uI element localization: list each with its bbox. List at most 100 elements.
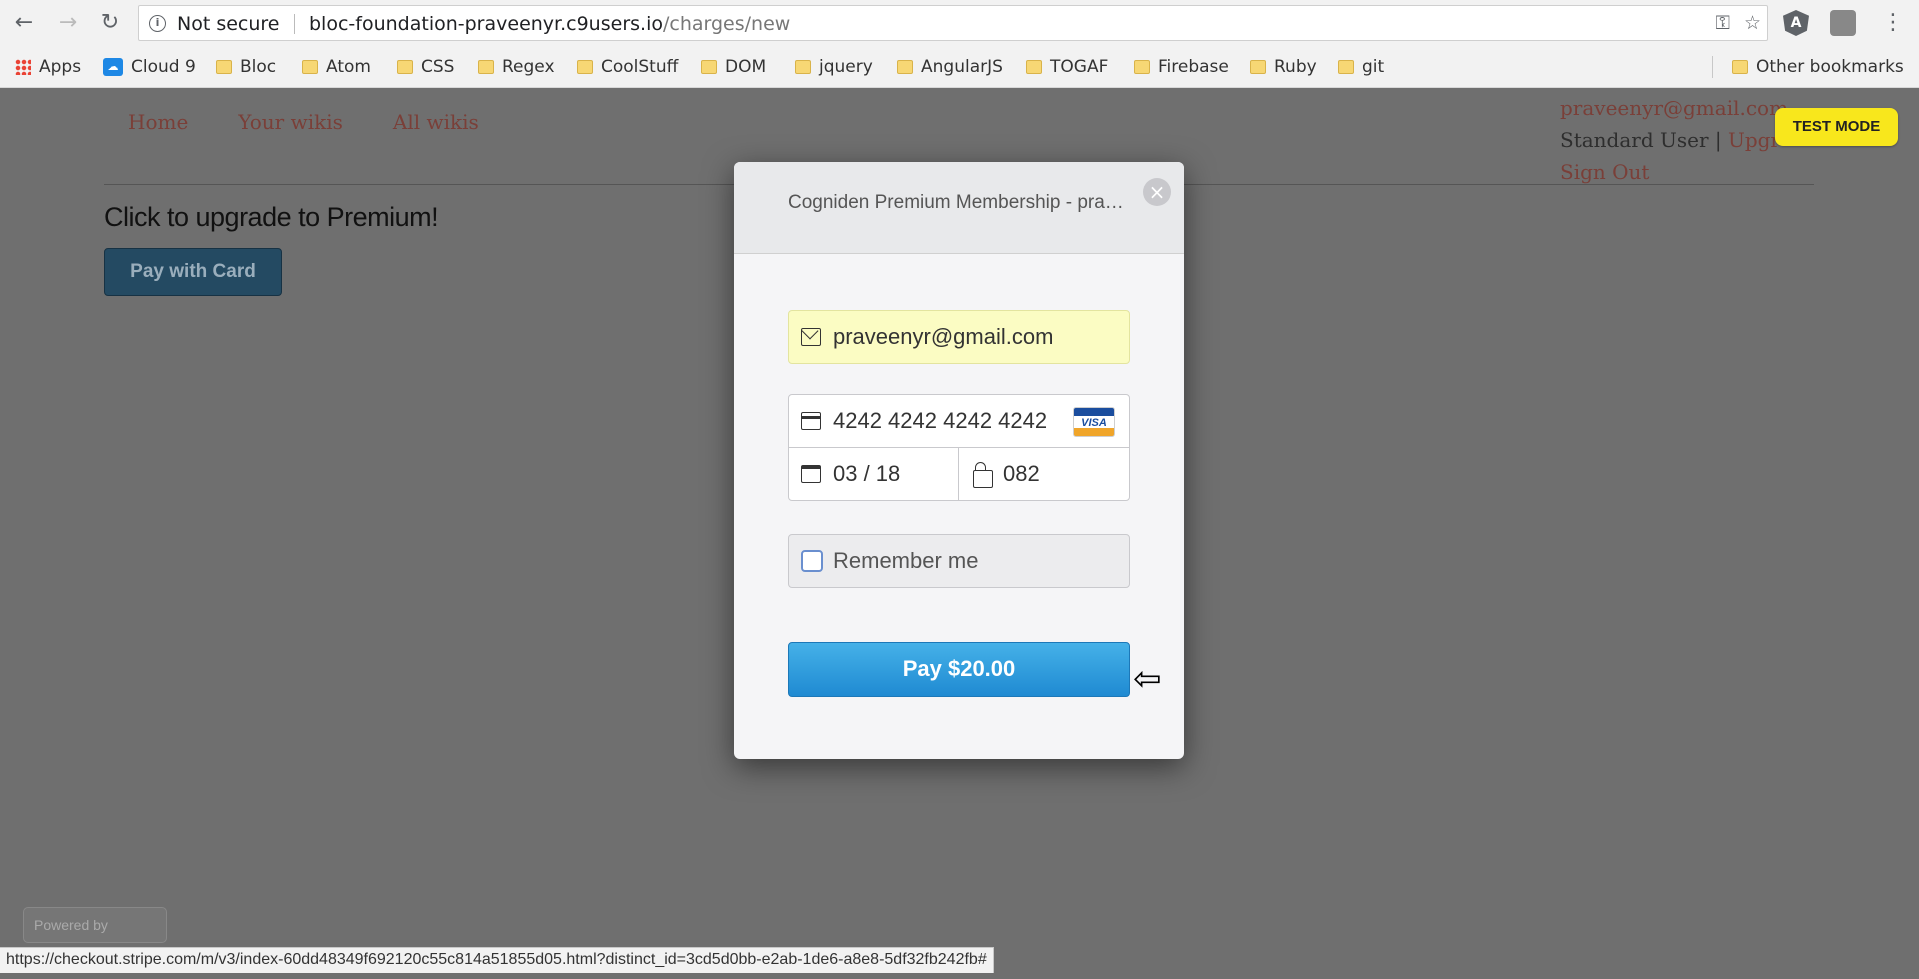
bookmark-label: TOGAF bbox=[1050, 57, 1109, 77]
url-host: bloc-foundation-praveenyr.c9users.io bbox=[309, 13, 663, 35]
email-value: praveenyr@gmail.com bbox=[833, 324, 1054, 349]
email-field[interactable]: praveenyr@gmail.com bbox=[788, 310, 1130, 364]
folder-icon bbox=[216, 60, 232, 74]
bookmark-dom[interactable]: DOM bbox=[701, 55, 766, 79]
bookmarks-bar: Apps ☁ Cloud 9 Bloc Atom CSS Regex CoolSt… bbox=[0, 46, 1919, 88]
user-box: praveenyr@gmail.com Standard User | Upgr… bbox=[1560, 92, 1788, 188]
lock-icon bbox=[973, 462, 993, 488]
checkout-modal: Cogniden Premium Membership - pra… × pra… bbox=[734, 162, 1184, 759]
pointer-arrow-icon: ⇦ bbox=[1133, 659, 1162, 699]
remember-me-checkbox[interactable] bbox=[801, 550, 823, 572]
bookmark-regex[interactable]: Regex bbox=[478, 55, 555, 79]
credit-card-icon bbox=[801, 412, 821, 430]
apps-icon bbox=[15, 59, 31, 75]
bookmark-label: Atom bbox=[326, 57, 371, 77]
modal-header: Cogniden Premium Membership - pra… × bbox=[734, 162, 1184, 254]
extension-icon[interactable] bbox=[1830, 10, 1856, 36]
bookmark-bloc[interactable]: Bloc bbox=[216, 55, 276, 79]
bookmark-label: CoolStuff bbox=[601, 57, 679, 77]
info-icon[interactable]: i bbox=[149, 15, 166, 32]
folder-icon bbox=[1026, 60, 1042, 74]
close-icon[interactable]: × bbox=[1143, 178, 1171, 206]
url-path: /charges/new bbox=[662, 13, 791, 35]
bookmark-cloud9[interactable]: ☁ Cloud 9 bbox=[103, 55, 196, 79]
calendar-icon bbox=[801, 465, 821, 483]
site-nav: Home Your wikis All wikis bbox=[128, 110, 479, 134]
user-role: Standard User | Upgr bbox=[1560, 124, 1788, 156]
bookmark-ruby[interactable]: Ruby bbox=[1250, 55, 1317, 79]
bookmark-label: Other bookmarks bbox=[1756, 57, 1904, 77]
bookmark-label: Firebase bbox=[1158, 57, 1229, 77]
bookmark-label: jquery bbox=[819, 57, 873, 77]
bookmark-label: AngularJS bbox=[921, 57, 1003, 77]
angular-extension-icon[interactable]: A bbox=[1783, 10, 1809, 36]
bookmark-label: Apps bbox=[39, 57, 82, 77]
bookmark-label: Bloc bbox=[240, 57, 277, 77]
browser-toolbar: ← → ↻ i Not secure bloc-foundation-prave… bbox=[0, 0, 1919, 46]
security-label[interactable]: Not secure bbox=[177, 13, 280, 35]
bookmark-css[interactable]: CSS bbox=[397, 55, 454, 79]
star-icon[interactable]: ☆ bbox=[1744, 12, 1761, 34]
folder-icon bbox=[701, 60, 717, 74]
remember-me-row[interactable]: Remember me bbox=[788, 534, 1130, 588]
bookmark-label: git bbox=[1362, 57, 1385, 77]
expiry-field[interactable]: 03 / 18 bbox=[788, 447, 959, 501]
folder-icon bbox=[302, 60, 318, 74]
remember-me-label: Remember me bbox=[833, 548, 979, 573]
upgrade-heading: Click to upgrade to Premium! bbox=[104, 202, 439, 232]
folder-icon bbox=[397, 60, 413, 74]
cloud9-icon: ☁ bbox=[103, 58, 123, 76]
bookmark-atom[interactable]: Atom bbox=[302, 55, 371, 79]
card-number-value: 4242 4242 4242 4242 bbox=[833, 408, 1048, 433]
folder-icon bbox=[1134, 60, 1150, 74]
omnibox-divider bbox=[294, 14, 295, 34]
url-text[interactable]: bloc-foundation-praveenyr.c9users.io/cha… bbox=[309, 13, 790, 35]
expiry-value: 03 / 18 bbox=[833, 461, 901, 486]
browser-menu-icon[interactable]: ⋮ bbox=[1882, 10, 1904, 36]
pay-button[interactable]: Pay $20.00 bbox=[788, 642, 1130, 697]
pay-with-card-button[interactable]: Pay with Card bbox=[104, 248, 282, 296]
bookmarks-divider bbox=[1712, 56, 1713, 78]
folder-icon bbox=[577, 60, 593, 74]
key-icon[interactable]: ⚿ bbox=[1715, 12, 1729, 34]
folder-icon bbox=[1732, 60, 1748, 74]
reload-icon[interactable]: ↻ bbox=[96, 9, 124, 37]
bookmark-label: DOM bbox=[725, 57, 767, 77]
modal-title: Cogniden Premium Membership - pra… bbox=[788, 192, 1124, 213]
bookmark-label: Regex bbox=[502, 57, 555, 77]
bookmark-label: CSS bbox=[421, 57, 455, 77]
upgrade-link[interactable]: Upgr bbox=[1728, 128, 1780, 152]
nav-home[interactable]: Home bbox=[128, 110, 188, 134]
forward-arrow-icon[interactable]: → bbox=[54, 9, 82, 37]
bookmark-apps[interactable]: Apps bbox=[15, 55, 81, 79]
bookmark-togaf[interactable]: TOGAF bbox=[1026, 55, 1108, 79]
page-bottom bbox=[0, 973, 1919, 979]
visa-icon: VISA bbox=[1073, 407, 1115, 437]
bookmark-label: Cloud 9 bbox=[131, 57, 196, 77]
nav-your-wikis[interactable]: Your wikis bbox=[238, 110, 343, 134]
user-email[interactable]: praveenyr@gmail.com bbox=[1560, 92, 1788, 124]
bookmark-coolstuff[interactable]: CoolStuff bbox=[577, 55, 678, 79]
folder-icon bbox=[1338, 60, 1354, 74]
bookmark-git[interactable]: git bbox=[1338, 55, 1384, 79]
card-number-field[interactable]: 4242 4242 4242 4242 VISA bbox=[788, 394, 1130, 448]
cvc-value: 082 bbox=[1003, 461, 1040, 486]
address-bar[interactable]: i Not secure bloc-foundation-praveenyr.c… bbox=[138, 5, 1768, 41]
folder-icon bbox=[795, 60, 811, 74]
powered-by-stripe-badge[interactable]: Powered by stripe bbox=[23, 907, 167, 973]
powered-by-label: Powered by bbox=[34, 917, 108, 933]
mail-icon bbox=[801, 328, 821, 346]
back-arrow-icon[interactable]: ← bbox=[10, 9, 38, 37]
folder-icon bbox=[478, 60, 494, 74]
bookmark-firebase[interactable]: Firebase bbox=[1134, 55, 1229, 79]
omnibox-actions: ⚿ ☆ bbox=[1715, 12, 1761, 34]
bookmark-label: Ruby bbox=[1274, 57, 1317, 77]
bookmark-angularjs[interactable]: AngularJS bbox=[897, 55, 1003, 79]
test-mode-badge: TEST MODE bbox=[1775, 108, 1898, 146]
bookmark-jquery[interactable]: jquery bbox=[795, 55, 873, 79]
bookmark-other[interactable]: Other bookmarks bbox=[1732, 55, 1904, 79]
cvc-field[interactable]: 082 bbox=[958, 447, 1130, 501]
nav-all-wikis[interactable]: All wikis bbox=[393, 110, 479, 134]
folder-icon bbox=[1250, 60, 1266, 74]
user-role-label: Standard User | bbox=[1560, 128, 1728, 152]
